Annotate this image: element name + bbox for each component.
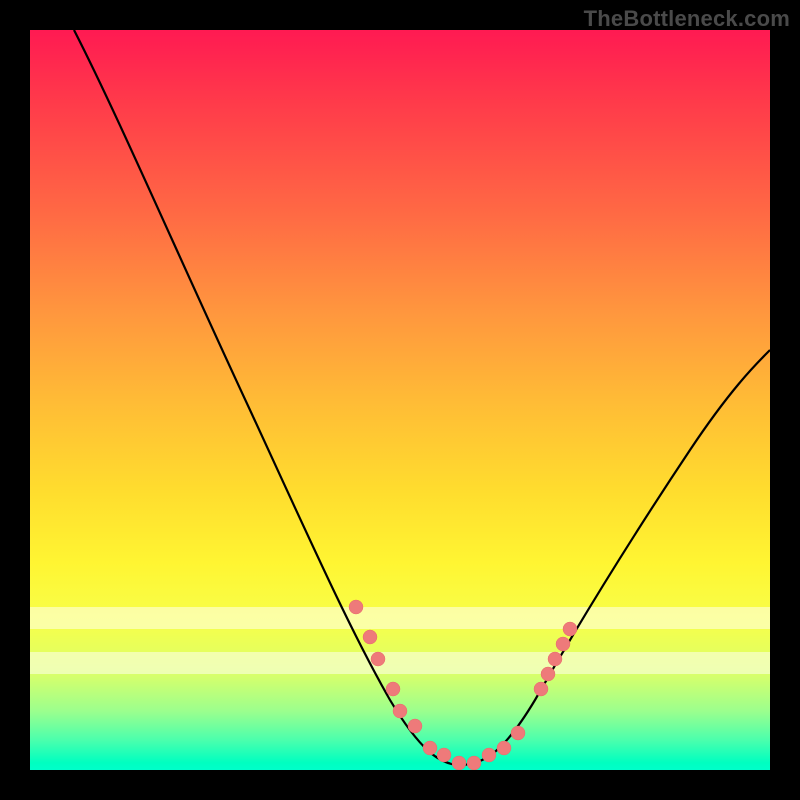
- marker-dot: [482, 748, 496, 762]
- plot-area: [30, 30, 770, 770]
- marker-dot: [408, 719, 422, 733]
- bottleneck-curve: [74, 30, 770, 765]
- marker-dot: [548, 652, 562, 666]
- marker-dot: [386, 682, 400, 696]
- marker-dot: [497, 741, 511, 755]
- marker-dot: [393, 704, 407, 718]
- marker-dot: [423, 741, 437, 755]
- marker-dot: [541, 667, 555, 681]
- marker-dot: [534, 682, 548, 696]
- marker-dot: [437, 748, 451, 762]
- marker-dot: [349, 600, 363, 614]
- marker-dot: [563, 622, 577, 636]
- chart-frame: [30, 30, 770, 770]
- marker-dot: [452, 756, 466, 770]
- marker-dot: [467, 756, 481, 770]
- marker-dot: [363, 630, 377, 644]
- curve-layer: [30, 30, 770, 770]
- watermark-text: TheBottleneck.com: [584, 6, 790, 32]
- marker-dot: [371, 652, 385, 666]
- marker-dot: [511, 726, 525, 740]
- marker-dot: [556, 637, 570, 651]
- marker-group: [349, 600, 577, 770]
